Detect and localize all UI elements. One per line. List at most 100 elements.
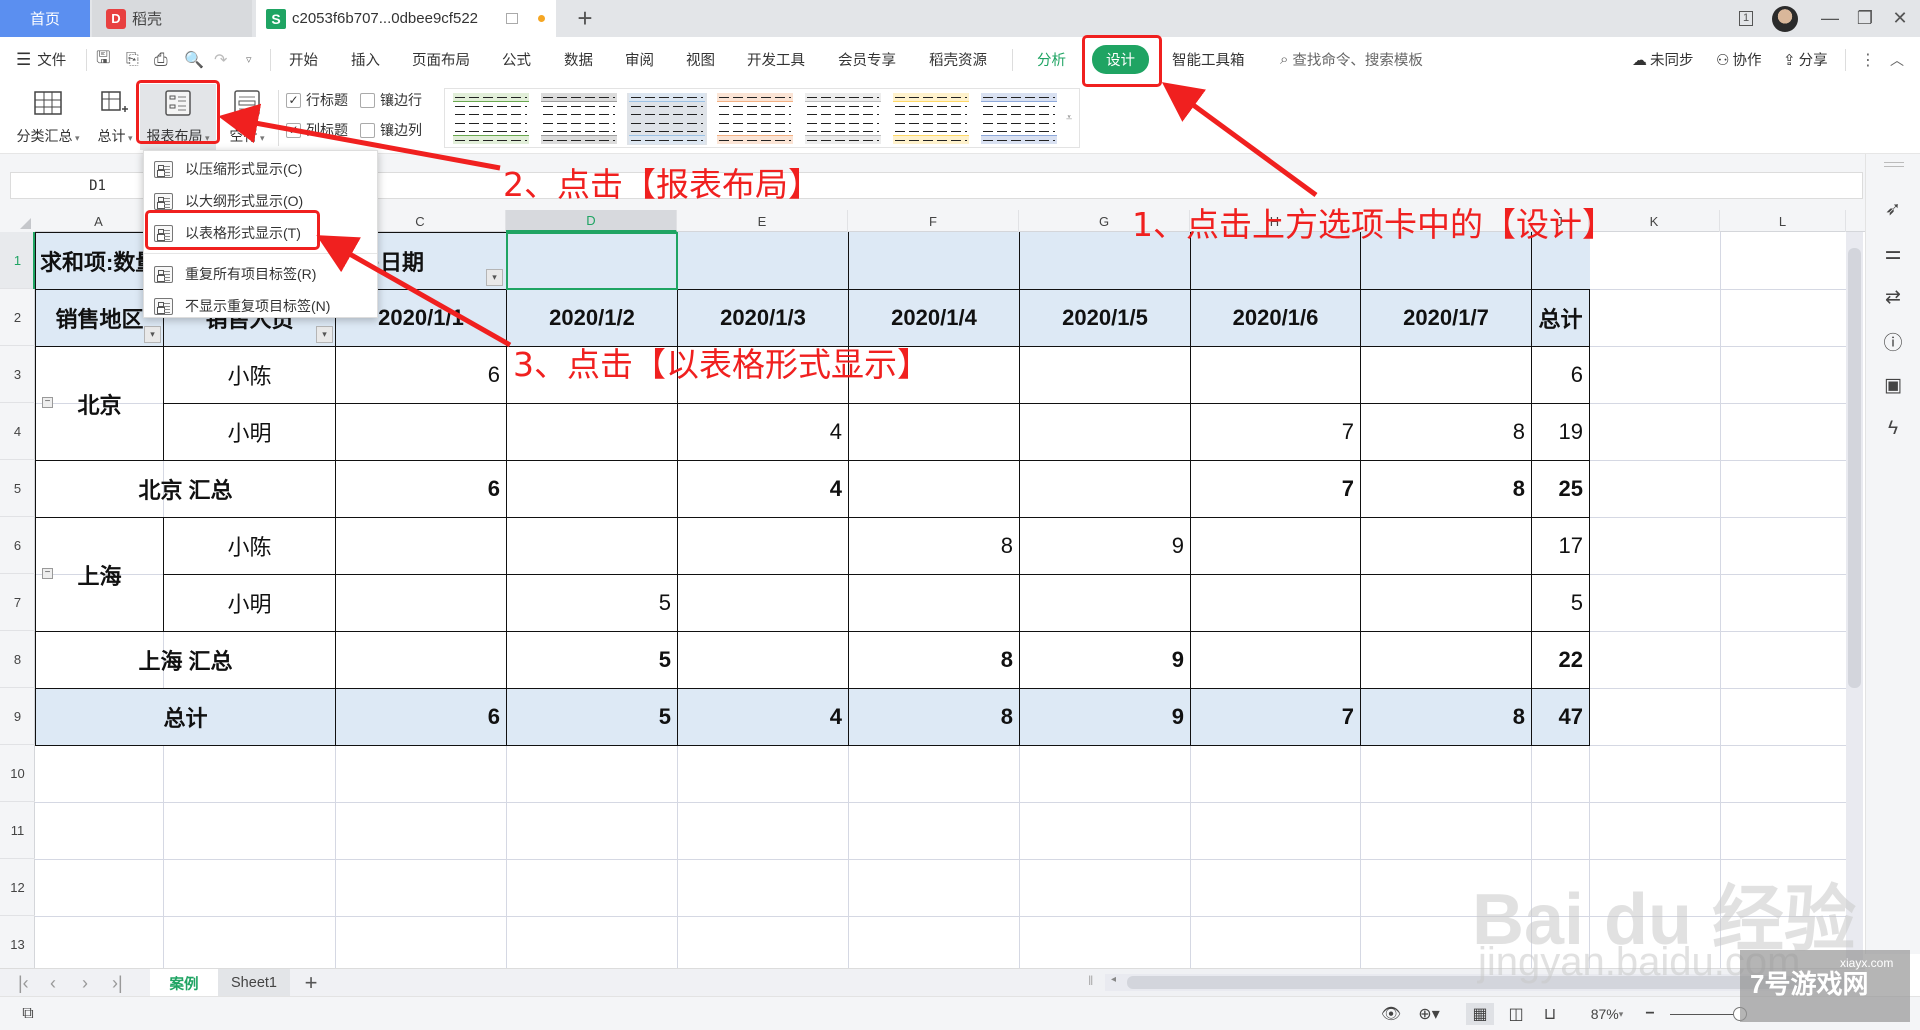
person-filter-button[interactable]: ▾ bbox=[316, 326, 333, 343]
pivot-style-swatch[interactable] bbox=[715, 93, 795, 145]
menu-analyze[interactable]: 分析 bbox=[1037, 37, 1066, 82]
save-icon[interactable]: 🖫 bbox=[96, 37, 110, 82]
collaborate-button[interactable]: ⚇ 协作 bbox=[1716, 37, 1761, 82]
convert-icon[interactable]: ⇄ bbox=[1878, 282, 1908, 312]
column-headers-checkbox[interactable]: ✓ 列标题 bbox=[286, 120, 348, 140]
formula-input[interactable] bbox=[190, 172, 1863, 199]
column-header-d[interactable]: D bbox=[506, 210, 677, 232]
pivot-style-swatch[interactable] bbox=[803, 93, 883, 145]
monitor-icon[interactable] bbox=[506, 13, 518, 24]
adjust-slider-icon[interactable]: ⚌ bbox=[1878, 238, 1908, 268]
pivot-style-swatch[interactable] bbox=[539, 93, 619, 145]
lightning-icon[interactable]: ϟ bbox=[1878, 414, 1908, 444]
row-header-3[interactable]: 3 bbox=[0, 346, 35, 403]
sync-status-button[interactable]: ☁ 未同步 bbox=[1632, 37, 1694, 82]
row-header-8[interactable]: 8 bbox=[0, 631, 35, 688]
page-break-view-icon[interactable]: ◫ bbox=[1502, 1003, 1530, 1025]
tab-document[interactable]: S c2053f6b707...0dbee9cf522 bbox=[256, 0, 556, 37]
menu-page-layout[interactable]: 页面布局 bbox=[412, 37, 470, 82]
new-tab-button[interactable]: + bbox=[570, 0, 600, 37]
menu-data[interactable]: 数据 bbox=[564, 37, 593, 82]
share-button[interactable]: ⇪ 分享 bbox=[1783, 37, 1828, 82]
help-icon[interactable]: ⓘ bbox=[1878, 326, 1908, 356]
menu-insert[interactable]: 插入 bbox=[351, 37, 380, 82]
close-button[interactable]: ✕ bbox=[1885, 0, 1915, 37]
vertical-scroll-thumb[interactable] bbox=[1848, 248, 1861, 688]
menu-start[interactable]: 开始 bbox=[289, 37, 318, 82]
selected-cell-d1[interactable] bbox=[506, 232, 678, 290]
row-header-6[interactable]: 6 bbox=[0, 517, 35, 574]
menu-daoke-resources[interactable]: 稻壳资源 bbox=[929, 37, 987, 82]
menu-item-no-repeat-labels[interactable]: 不显示重复项目标签(N) bbox=[144, 290, 377, 322]
redo-icon[interactable]: ↷ bbox=[214, 37, 227, 82]
template-icon[interactable]: ▣ bbox=[1878, 370, 1908, 400]
page-layout-view-icon[interactable]: ⊔ bbox=[1536, 1003, 1564, 1025]
pivot-style-swatch[interactable] bbox=[979, 93, 1059, 145]
vertical-scrollbar[interactable] bbox=[1846, 232, 1863, 962]
row-header-12[interactable]: 12 bbox=[0, 859, 35, 916]
row-headers-checkbox[interactable]: ✓ 行标题 bbox=[286, 90, 348, 110]
region-filter-button[interactable]: ▾ bbox=[144, 326, 161, 343]
row-header-10[interactable]: 10 bbox=[0, 745, 35, 802]
collapse-icon[interactable]: − bbox=[42, 568, 53, 579]
add-sheet-button[interactable]: + bbox=[296, 969, 326, 997]
column-header-l[interactable]: L bbox=[1720, 210, 1846, 232]
row-header-9[interactable]: 9 bbox=[0, 688, 35, 745]
sheet-tab[interactable]: Sheet1 bbox=[218, 969, 290, 997]
pivot-style-swatch[interactable] bbox=[451, 93, 531, 145]
menu-developer[interactable]: 开发工具 bbox=[747, 37, 805, 82]
normal-view-icon[interactable]: ▦ bbox=[1466, 1003, 1494, 1025]
macro-icon[interactable]: ⧉ bbox=[14, 1003, 42, 1025]
freeze-panes-icon[interactable]: ⊕▾ bbox=[1412, 1003, 1446, 1025]
menu-item-compact-form[interactable]: 以压缩形式显示(C) bbox=[144, 153, 377, 185]
menu-formulas[interactable]: 公式 bbox=[502, 37, 531, 82]
avatar[interactable] bbox=[1770, 0, 1800, 37]
row-header-1[interactable]: 1 bbox=[0, 232, 35, 289]
pivot-style-swatch[interactable] bbox=[891, 93, 971, 145]
export-pdf-icon[interactable]: ⎘ bbox=[126, 37, 139, 82]
gallery-more-icon[interactable]: ⩡ bbox=[1066, 112, 1072, 125]
more-options-icon[interactable]: ⋮ bbox=[1860, 37, 1876, 82]
splitter-handle-icon[interactable]: ‖ bbox=[1088, 973, 1093, 988]
pivot-style-swatch[interactable] bbox=[627, 93, 707, 145]
first-sheet-icon[interactable]: |‹ bbox=[18, 973, 29, 994]
window-count-button[interactable]: 1 bbox=[1733, 0, 1759, 37]
sidebar-grip-icon[interactable] bbox=[1884, 162, 1904, 163]
column-header-e[interactable]: E bbox=[677, 210, 848, 232]
minimize-button[interactable]: — bbox=[1815, 0, 1845, 37]
select-cursor-icon[interactable]: ➶ bbox=[1878, 194, 1908, 224]
menu-review[interactable]: 审阅 bbox=[625, 37, 654, 82]
more-quick-access-icon[interactable]: ▿ bbox=[246, 37, 252, 82]
row-header-13[interactable]: 13 bbox=[0, 916, 35, 970]
row-header-5[interactable]: 5 bbox=[0, 460, 35, 517]
banded-rows-checkbox[interactable]: 镶边行 bbox=[360, 90, 422, 110]
row-header-7[interactable]: 7 bbox=[0, 574, 35, 631]
grand-totals-button[interactable]: 总计 ▾ bbox=[90, 84, 140, 150]
print-icon[interactable]: ⎙ bbox=[154, 37, 168, 82]
command-search[interactable]: ⌕ 查找命令、搜索模板 bbox=[1280, 37, 1423, 82]
select-all-corner[interactable] bbox=[0, 210, 35, 232]
print-preview-icon[interactable]: 🔍 bbox=[184, 37, 204, 82]
subtotals-button[interactable]: 分类汇总 ▾ bbox=[10, 84, 86, 150]
collapse-ribbon-icon[interactable]: ︿ bbox=[1890, 37, 1904, 82]
collapse-icon[interactable]: − bbox=[42, 397, 53, 408]
zoom-slider-track[interactable] bbox=[1670, 1014, 1740, 1015]
zoom-level-dropdown[interactable]: 87% ▾ bbox=[1582, 1003, 1632, 1025]
next-sheet-icon[interactable]: › bbox=[82, 973, 88, 994]
prev-sheet-icon[interactable]: ‹ bbox=[50, 973, 56, 994]
horizontal-scroll-thumb[interactable] bbox=[1127, 976, 1847, 989]
last-sheet-icon[interactable]: ›| bbox=[112, 973, 123, 994]
menu-smart-toolbox[interactable]: 智能工具箱 bbox=[1172, 37, 1245, 82]
column-header-f[interactable]: F bbox=[848, 210, 1019, 232]
row-header-11[interactable]: 11 bbox=[0, 802, 35, 859]
row-header-4[interactable]: 4 bbox=[0, 403, 35, 460]
tab-daoke[interactable]: D 稻壳 bbox=[92, 0, 252, 37]
banded-columns-checkbox[interactable]: 镶边列 bbox=[360, 120, 422, 140]
file-menu[interactable]: ☰ 文件 bbox=[16, 37, 66, 82]
sheet-tab-active[interactable]: 案例 bbox=[150, 969, 218, 997]
blank-rows-button[interactable]: 空行 ▾ bbox=[222, 84, 272, 150]
menu-item-repeat-labels[interactable]: 重复所有项目标签(R) bbox=[144, 258, 377, 290]
row-header-2[interactable]: 2 bbox=[0, 289, 35, 346]
zoom-out-button[interactable]: − bbox=[1640, 1003, 1660, 1025]
eye-protection-icon[interactable]: 👁 bbox=[1378, 1003, 1404, 1025]
